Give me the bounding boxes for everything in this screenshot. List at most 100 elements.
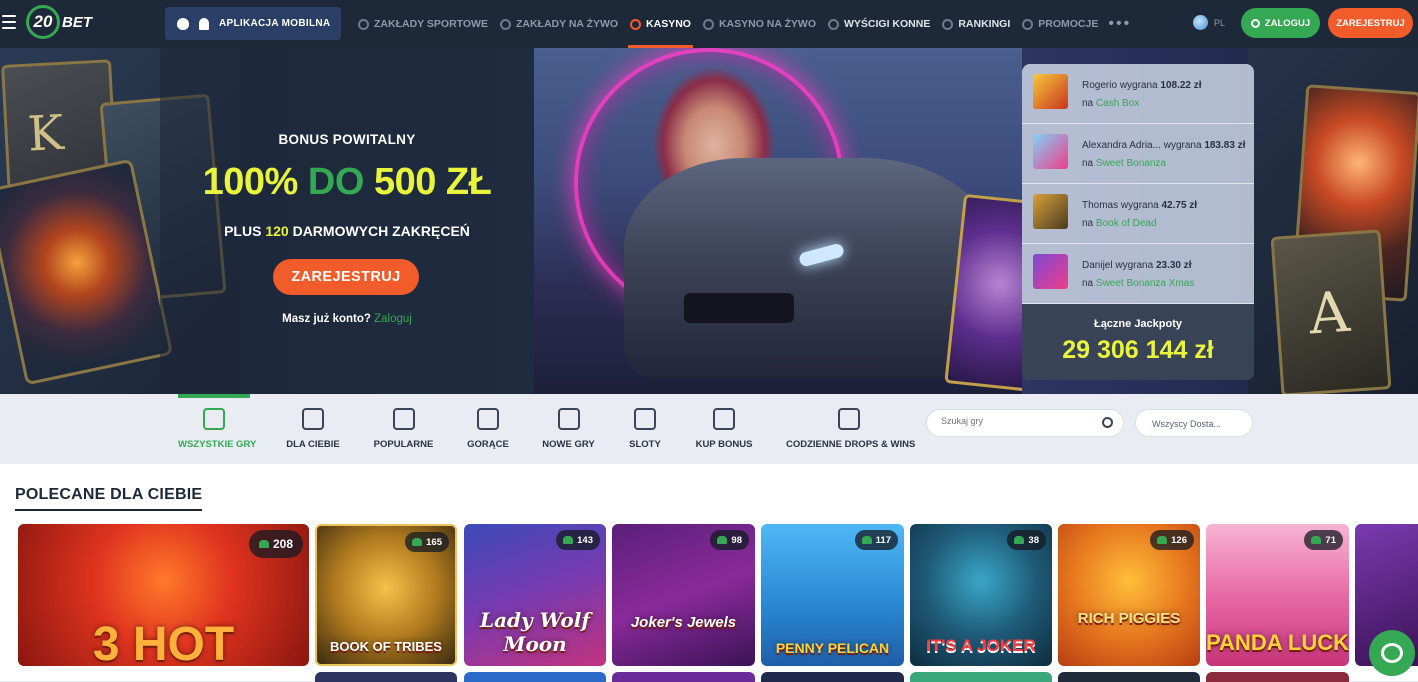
login-button[interactable]: ZALOGUJ <box>1241 8 1320 38</box>
players-badge: 165 <box>405 532 449 552</box>
category-label: POPULARNE <box>373 439 434 450</box>
nav-live-betting[interactable]: ZAKŁADY NA ŻYWO <box>494 0 624 48</box>
game-tile[interactable]: 143 Lady Wolf Moon <box>464 524 606 666</box>
game-tile[interactable]: 208 3 HOT <box>18 524 309 666</box>
category-popular[interactable]: POPULARNE <box>372 394 435 464</box>
cherry-icon <box>634 408 656 430</box>
nav-casino[interactable]: KASYNO <box>624 0 697 48</box>
live-chat-button[interactable] <box>1369 630 1415 676</box>
game-thumbnail <box>1033 254 1068 289</box>
category-new-games[interactable]: NOWE GRY <box>541 394 596 464</box>
account-prompt: Masz już konto? Zaloguj <box>160 313 534 325</box>
nav-label: KASYNO <box>646 18 691 30</box>
winner-row[interactable]: Thomas wygrana 42.75 zł na Book of Dead <box>1022 184 1254 244</box>
game-tile[interactable]: 71 PANDA LUCK <box>1206 524 1349 666</box>
category-buy-bonus[interactable]: KUP BONUS <box>694 394 754 464</box>
more-menu-icon[interactable]: ••• <box>1108 15 1131 33</box>
game-title: Lady Wolf Moon <box>480 608 590 656</box>
chat-bubble-icon <box>1381 643 1403 663</box>
players-icon <box>1157 536 1168 544</box>
crown-icon <box>392 408 415 430</box>
players-badge: 117 <box>854 530 898 550</box>
register-label: ZAREJESTRUJ <box>1336 17 1405 29</box>
nav-label: ZAKŁADY SPORTOWE <box>374 18 488 30</box>
winner-game[interactable]: Sweet Bonanza <box>1096 158 1166 169</box>
players-badge: 208 <box>248 530 303 558</box>
logo[interactable]: 20 BET <box>26 5 92 39</box>
recent-winners-panel: Rogerio wygrana 108.22 zł na Cash Box Al… <box>1022 64 1254 380</box>
account-question: Masz już konto? <box>282 313 371 325</box>
winner-game[interactable]: Book of Dead <box>1096 218 1157 229</box>
drops-wins-icon <box>838 408 860 430</box>
hero-right-artwork: A <box>1248 48 1418 394</box>
category-slots[interactable]: SLOTY <box>625 394 665 464</box>
players-count: 117 <box>875 534 891 546</box>
nav-sports-betting[interactable]: ZAKŁADY SPORTOWE <box>352 0 494 48</box>
winner-amount: 23.30 zł <box>1155 260 1192 271</box>
nav-live-casino[interactable]: KASYNO NA ŻYWO <box>697 0 822 48</box>
provider-select[interactable]: Wszyscy Dosta... <box>1135 409 1253 437</box>
category-hot[interactable]: GORĄCE <box>464 394 512 464</box>
winner-amount: 108.22 zł <box>1160 80 1202 91</box>
winner-amount: 42.75 zł <box>1161 200 1198 211</box>
playing-card-ace: A <box>1270 229 1392 394</box>
nav-horse-racing[interactable]: WYŚCIGI KONNE <box>822 0 936 48</box>
menu-icon[interactable] <box>2 15 16 29</box>
nav-promotions[interactable]: PROMOCJE <box>1016 0 1104 48</box>
login-label: ZALOGUJ <box>1264 17 1311 29</box>
game-title: 3 HOT <box>92 618 235 666</box>
game-thumbnail <box>1033 134 1068 169</box>
bonus-subtitle: BONUS POWITALNY <box>278 132 416 147</box>
winner-row[interactable]: Alexandra Adria... wygrana 183.83 zł na … <box>1022 124 1254 184</box>
category-label: CODZIENNE DROPS & WINS <box>786 439 916 450</box>
game-tile[interactable]: 38 IT'S A JOKER <box>910 524 1052 666</box>
gift-icon <box>1022 18 1034 30</box>
winner-name: Alexandra Adria... <box>1082 140 1161 151</box>
players-badge: 126 <box>1150 530 1194 550</box>
game-tile[interactable]: 165 BOOK OF TRIBES <box>315 524 457 666</box>
winner-game[interactable]: Sweet Bonanza Xmas <box>1096 278 1194 289</box>
game-tile[interactable]: 98 Joker's Jewels <box>612 524 755 666</box>
category-label: NOWE GRY <box>542 439 595 450</box>
register-button[interactable]: ZAREJESTRUJ <box>1328 8 1413 38</box>
players-icon <box>412 538 423 546</box>
trophy-icon <box>942 18 954 30</box>
winner-row[interactable]: Danijel wygrana 23.30 zł na Sweet Bonanz… <box>1022 244 1254 304</box>
category-all-games[interactable]: WSZYSTKIE GRY <box>178 394 256 464</box>
game-thumbnail <box>1033 74 1068 109</box>
jackpot-box: Łączne Jackpoty 29 306 144 zł <box>1022 304 1254 380</box>
search-icon[interactable] <box>1102 417 1113 428</box>
bonus-amount: 500 ZŁ <box>373 161 492 203</box>
category-for-you[interactable]: DLA CIEBIE <box>283 394 343 464</box>
game-tile[interactable]: 126 RICH PIGGIES <box>1058 524 1200 666</box>
mobile-app-button[interactable]: APLIKACJA MOBILNA <box>165 7 341 40</box>
globe-icon <box>1193 15 1208 30</box>
winner-name: Rogerio <box>1082 80 1118 91</box>
game-title: RICH PIGGIES <box>1077 610 1181 627</box>
players-icon <box>563 536 574 544</box>
hero-login-link[interactable]: Zaloguj <box>374 313 412 325</box>
language-selector[interactable]: PL <box>1193 15 1225 30</box>
players-badge: 38 <box>1007 530 1046 550</box>
jackpot-label: Łączne Jackpoty <box>1093 318 1183 330</box>
winner-row[interactable]: Rogerio wygrana 108.22 zł na Cash Box <box>1022 64 1254 124</box>
winner-name: Thomas <box>1082 200 1119 211</box>
game-title: IT'S A JOKER <box>926 636 1036 655</box>
logo-text: BET <box>62 13 92 31</box>
android-icon <box>199 17 209 30</box>
live-betting-icon <box>499 18 511 30</box>
players-badge: 143 <box>556 530 600 550</box>
hero-register-button[interactable]: ZAREJESTRUJ <box>273 259 419 295</box>
category-drops-wins[interactable]: CODZIENNE DROPS & WINS <box>786 394 916 464</box>
search-input[interactable] <box>941 416 1091 426</box>
game-title: BOOK OF TRIBES <box>330 639 442 654</box>
chili-icon <box>477 408 499 430</box>
players-icon <box>717 536 728 544</box>
winner-game[interactable]: Cash Box <box>1096 98 1139 109</box>
game-tile[interactable]: 117 PENNY PELICAN <box>761 524 904 666</box>
main-nav: ZAKŁADY SPORTOWE ZAKŁADY NA ŻYWO KASYNO … <box>352 0 1131 48</box>
free-spins-count: 120 <box>265 223 289 239</box>
players-badge: 71 <box>1304 530 1343 550</box>
game-search[interactable] <box>926 409 1124 437</box>
nav-rankings[interactable]: RANKINGI <box>936 0 1016 48</box>
